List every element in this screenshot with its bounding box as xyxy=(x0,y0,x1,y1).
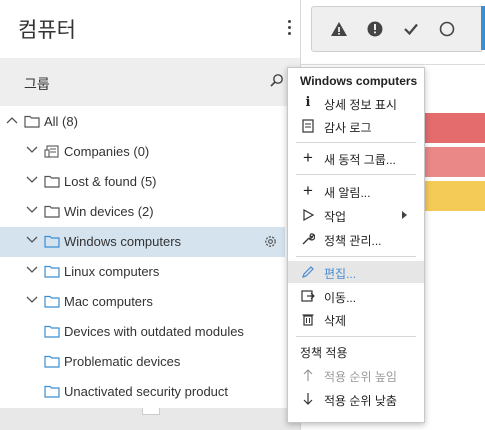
group-label: 그룹 xyxy=(24,77,50,93)
tree-item-label: Companies (0) xyxy=(64,144,150,159)
trash-icon xyxy=(302,314,314,326)
tree-item-label: Win devices (2) xyxy=(64,204,154,219)
tree-item-linux-computers[interactable]: Linux computers xyxy=(0,257,285,287)
page-title: 컴퓨터 xyxy=(18,18,76,42)
divider xyxy=(301,64,485,65)
folder-icon xyxy=(44,325,60,338)
computers-panel: 컴퓨터 그룹 All (8) Companies (0) Lost & foun… xyxy=(0,0,301,430)
status-bar-yellow xyxy=(421,181,485,211)
warning-icon[interactable] xyxy=(330,20,348,38)
menu-item-lower-priority[interactable]: 적용 순위 낮춤 xyxy=(288,388,424,410)
resize-handle[interactable] xyxy=(142,408,160,415)
tree-item-label: Mac computers xyxy=(64,294,153,309)
tree-item-label: Problematic devices xyxy=(64,354,181,369)
chevron-down-icon[interactable] xyxy=(26,146,38,154)
circle-icon[interactable] xyxy=(438,20,456,38)
tree-item-label: Lost & found (5) xyxy=(64,174,157,189)
tree-item-windows-computers[interactable]: Windows computers xyxy=(0,227,285,257)
toolbar-edge xyxy=(481,6,485,50)
chevron-up-icon[interactable] xyxy=(6,116,18,124)
menu-item-new-dynamic-group[interactable]: + 새 동적 그룹... xyxy=(288,147,424,169)
folder-icon xyxy=(44,205,60,218)
status-bar-red xyxy=(421,147,485,177)
folder-icon xyxy=(44,265,60,278)
more-options-icon[interactable] xyxy=(284,20,294,38)
chevron-down-icon[interactable] xyxy=(26,176,38,184)
arrow-up-icon xyxy=(303,369,313,381)
resize-bar[interactable] xyxy=(0,408,300,430)
menu-separator xyxy=(296,174,416,175)
audit-log-icon xyxy=(302,119,314,133)
tree-item-label: Linux computers xyxy=(64,264,160,279)
tree-item-all[interactable]: All (8) xyxy=(0,107,285,137)
folder-icon xyxy=(44,385,60,398)
plus-icon: + xyxy=(303,148,313,167)
pencil-icon xyxy=(302,266,314,278)
folder-icon xyxy=(44,295,60,308)
menu-item-delete[interactable]: 삭제 xyxy=(288,308,424,330)
context-menu-title: Windows computers xyxy=(300,74,418,88)
tree-item-lost-found[interactable]: Lost & found (5) xyxy=(0,167,285,197)
tree-item-problematic-devices[interactable]: Problematic devices xyxy=(0,347,285,377)
menu-separator xyxy=(296,142,416,143)
menu-item-audit-log[interactable]: 감사 로그 xyxy=(288,115,424,137)
tree-item-mac-computers[interactable]: Mac computers xyxy=(0,287,285,317)
menu-separator xyxy=(296,336,416,337)
info-icon: i xyxy=(305,95,311,110)
chevron-down-icon[interactable] xyxy=(26,296,38,304)
tree-item-companies[interactable]: Companies (0) xyxy=(0,137,285,167)
check-icon[interactable] xyxy=(402,20,420,38)
tree-item-label: All (8) xyxy=(44,114,78,129)
status-filter-toolbar xyxy=(311,6,483,52)
wrench-icon xyxy=(302,233,315,245)
tree-item-label: Devices with outdated modules xyxy=(64,324,244,339)
move-icon xyxy=(301,290,315,302)
tree-item-outdated-modules[interactable]: Devices with outdated modules xyxy=(0,317,285,347)
companies-icon xyxy=(44,145,59,158)
context-menu: Windows computers i 상세 정보 표시 감사 로그 + 새 동… xyxy=(287,67,425,423)
menu-item-tasks[interactable]: 작업 xyxy=(288,204,424,226)
chevron-down-icon[interactable] xyxy=(26,206,38,214)
policy-section-title: 정책 적용 xyxy=(300,346,348,360)
folder-icon xyxy=(44,355,60,368)
error-icon[interactable] xyxy=(366,20,384,38)
menu-item-edit[interactable]: 편집... xyxy=(288,261,424,283)
gear-icon[interactable] xyxy=(263,234,278,249)
folder-icon xyxy=(44,175,60,188)
menu-separator xyxy=(296,256,416,257)
tree-item-win-devices[interactable]: Win devices (2) xyxy=(0,197,285,227)
menu-item-new-notification[interactable]: + 새 알림... xyxy=(288,180,424,202)
search-icon[interactable] xyxy=(270,73,284,87)
menu-item-show-details[interactable]: i 상세 정보 표시 xyxy=(288,92,424,114)
status-bar-red xyxy=(421,113,485,143)
menu-item-manage-policies[interactable]: 정책 관리... xyxy=(288,228,424,250)
play-icon xyxy=(303,208,315,222)
tree-item-label: Windows computers xyxy=(64,234,182,249)
group-header: 그룹 xyxy=(0,58,300,106)
arrow-down-icon xyxy=(303,393,313,405)
chevron-down-icon[interactable] xyxy=(26,266,38,274)
menu-item-move[interactable]: 이동... xyxy=(288,285,424,307)
submenu-arrow-icon xyxy=(402,211,407,219)
folder-icon xyxy=(44,235,60,248)
plus-icon: + xyxy=(303,181,313,200)
chevron-down-icon[interactable] xyxy=(26,236,38,244)
tree-item-unactivated-product[interactable]: Unactivated security product xyxy=(0,377,285,407)
tree-item-label: Unactivated security product xyxy=(64,384,229,399)
folder-icon xyxy=(24,115,40,128)
menu-item-raise-priority: 적용 순위 높임 xyxy=(288,364,424,386)
